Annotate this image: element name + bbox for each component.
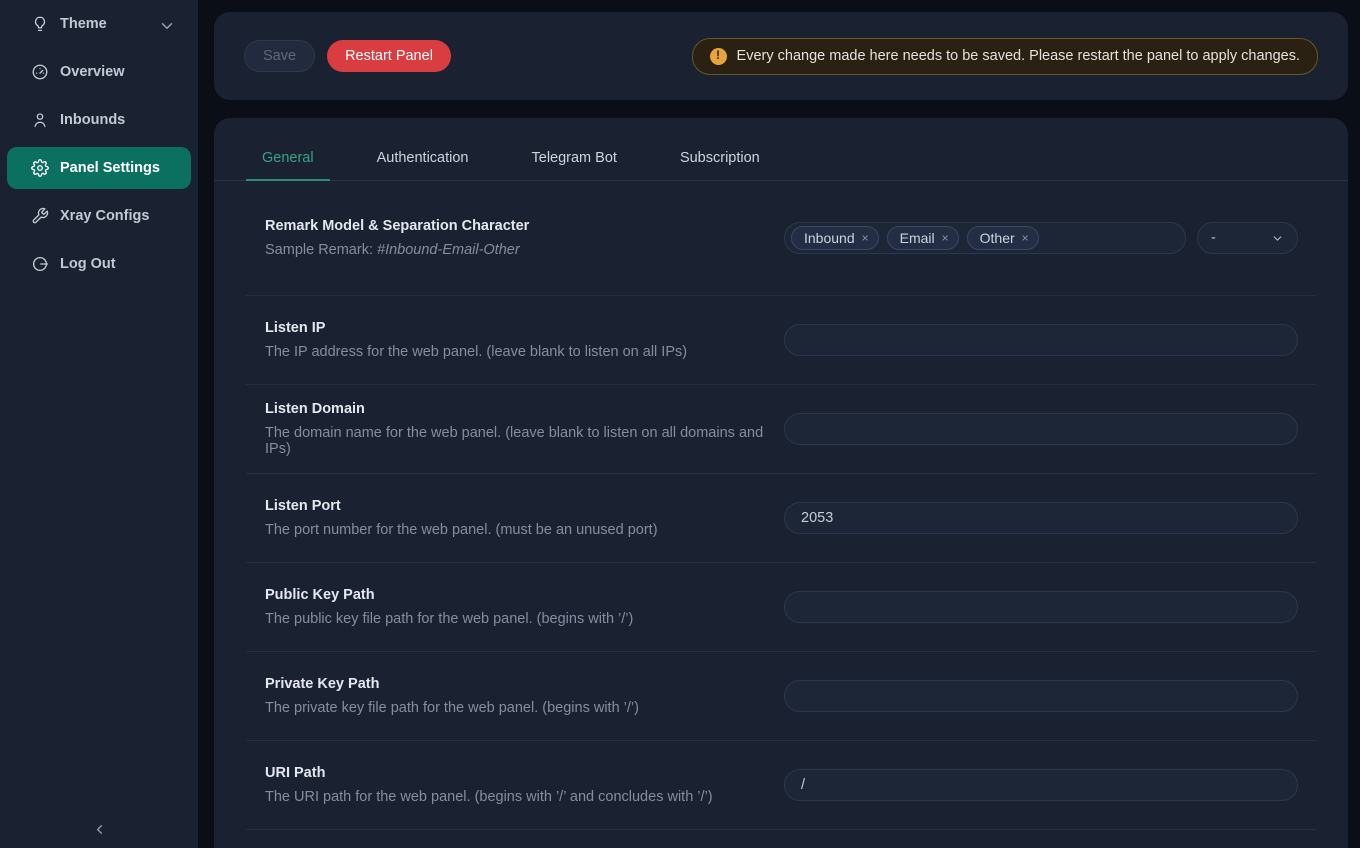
row-label: Public Key Path The public key file path… — [265, 587, 633, 627]
row-title: Remark Model & Separation Character — [265, 218, 529, 234]
form-row-listen-port: Listen Port The port number for the web … — [246, 474, 1316, 563]
row-label: Listen Domain The domain name for the we… — [265, 401, 784, 457]
private-key-path-input[interactable] — [784, 680, 1298, 712]
row-description: The private key file path for the web pa… — [265, 700, 639, 716]
tab-telegram-bot[interactable]: Telegram Bot — [516, 138, 633, 180]
row-control — [784, 502, 1298, 534]
row-title: URI Path — [265, 765, 713, 781]
row-label: URI Path The URI path for the web panel.… — [265, 765, 713, 805]
sidebar-item-label: Inbounds — [60, 112, 125, 128]
tag-other: Other × — [967, 226, 1039, 250]
tab-general[interactable]: General — [246, 138, 330, 181]
row-title: Listen Domain — [265, 401, 784, 417]
tag-email: Email × — [887, 226, 959, 250]
dashboard-icon — [31, 63, 49, 81]
tag-label: Inbound — [804, 230, 855, 246]
sidebar-item-label: Xray Configs — [60, 208, 149, 224]
form-row-private-key-path: Private Key Path The private key file pa… — [246, 652, 1316, 741]
row-label: Private Key Path The private key file pa… — [265, 676, 639, 716]
sidebar-nav: Theme Overview Inbounds Panel Settings — [0, 0, 198, 288]
row-title: Listen Port — [265, 498, 658, 514]
remove-tag-icon[interactable]: × — [1022, 232, 1029, 244]
tab-authentication[interactable]: Authentication — [361, 138, 485, 180]
sidebar-item-inbounds[interactable]: Inbounds — [0, 96, 198, 144]
tag-label: Email — [900, 230, 935, 246]
row-control — [784, 324, 1298, 356]
public-key-path-input[interactable] — [784, 591, 1298, 623]
row-description: The domain name for the web panel. (leav… — [265, 425, 784, 457]
sidebar-item-overview[interactable]: Overview — [0, 48, 198, 96]
tag-inbound: Inbound × — [791, 226, 879, 250]
form-row-uri-path: URI Path The URI path for the web panel.… — [246, 741, 1316, 830]
logout-icon — [31, 255, 49, 273]
uri-path-input[interactable] — [784, 769, 1298, 801]
sidebar-item-xray-configs[interactable]: Xray Configs — [0, 192, 198, 240]
sidebar-item-theme[interactable]: Theme — [0, 0, 198, 48]
row-title: Listen IP — [265, 320, 687, 336]
row-label: Remark Model & Separation Character Samp… — [265, 218, 529, 258]
gear-icon — [31, 159, 49, 177]
wrench-icon — [31, 207, 49, 225]
listen-port-input[interactable] — [784, 502, 1298, 534]
bulb-icon — [31, 15, 49, 33]
row-description: Sample Remark: #Inbound-Email-Other — [265, 242, 529, 258]
row-description: The URI path for the web panel. (begins … — [265, 789, 713, 805]
row-title: Public Key Path — [265, 587, 633, 603]
row-label: Listen IP The IP address for the web pan… — [265, 320, 687, 360]
sidebar: Theme Overview Inbounds Panel Settings — [0, 0, 198, 848]
warning-icon: ! — [710, 48, 727, 65]
row-description: The IP address for the web panel. (leave… — [265, 344, 687, 360]
remove-tag-icon[interactable]: × — [862, 232, 869, 244]
row-control — [784, 680, 1298, 712]
form-row-listen-domain: Listen Domain The domain name for the we… — [246, 385, 1316, 474]
user-icon — [31, 111, 49, 129]
remark-model-tags-input[interactable]: Inbound × Email × Other × — [784, 222, 1186, 254]
select-value: - — [1211, 230, 1216, 246]
sidebar-item-label: Panel Settings — [60, 160, 160, 176]
form-row-listen-ip: Listen IP The IP address for the web pan… — [246, 296, 1316, 385]
restart-warning-alert: ! Every change made here needs to be sav… — [692, 38, 1318, 75]
row-description: The public key file path for the web pan… — [265, 611, 633, 627]
toolbar: Save Restart Panel ! Every change made h… — [214, 12, 1348, 100]
row-description: The port number for the web panel. (must… — [265, 522, 658, 538]
listen-domain-input[interactable] — [784, 413, 1298, 445]
row-title: Private Key Path — [265, 676, 639, 692]
remove-tag-icon[interactable]: × — [942, 232, 949, 244]
settings-tabs: General Authentication Telegram Bot Subs… — [214, 118, 1348, 181]
tag-label: Other — [980, 230, 1015, 246]
sidebar-item-panel-settings[interactable]: Panel Settings — [7, 147, 191, 189]
sidebar-item-label: Theme — [60, 16, 107, 32]
row-control — [784, 769, 1298, 801]
row-label: Listen Port The port number for the web … — [265, 498, 658, 538]
panel-settings-card: General Authentication Telegram Bot Subs… — [214, 118, 1348, 848]
chevron-left-icon — [92, 822, 107, 837]
restart-panel-button[interactable]: Restart Panel — [327, 40, 451, 72]
separation-character-select[interactable]: - — [1197, 222, 1298, 254]
row-control: Inbound × Email × Other × - — [784, 222, 1298, 254]
tab-subscription[interactable]: Subscription — [664, 138, 776, 180]
sidebar-item-label: Overview — [60, 64, 125, 80]
alert-text: Every change made here needs to be saved… — [737, 48, 1300, 64]
sidebar-collapse-button[interactable] — [0, 814, 198, 844]
chevron-down-icon — [1271, 232, 1284, 245]
form-row-public-key-path: Public Key Path The public key file path… — [246, 563, 1316, 652]
listen-ip-input[interactable] — [784, 324, 1298, 356]
sidebar-item-label: Log Out — [60, 256, 116, 272]
chevron-down-icon — [158, 17, 172, 31]
sample-remark-prefix: Sample Remark: — [265, 242, 377, 258]
row-control — [784, 413, 1298, 445]
row-control — [784, 591, 1298, 623]
form-row-remark-model: Remark Model & Separation Character Samp… — [246, 181, 1316, 296]
save-button[interactable]: Save — [244, 40, 315, 72]
sample-remark-value: #Inbound-Email-Other — [377, 242, 520, 258]
sidebar-item-logout[interactable]: Log Out — [0, 240, 198, 288]
